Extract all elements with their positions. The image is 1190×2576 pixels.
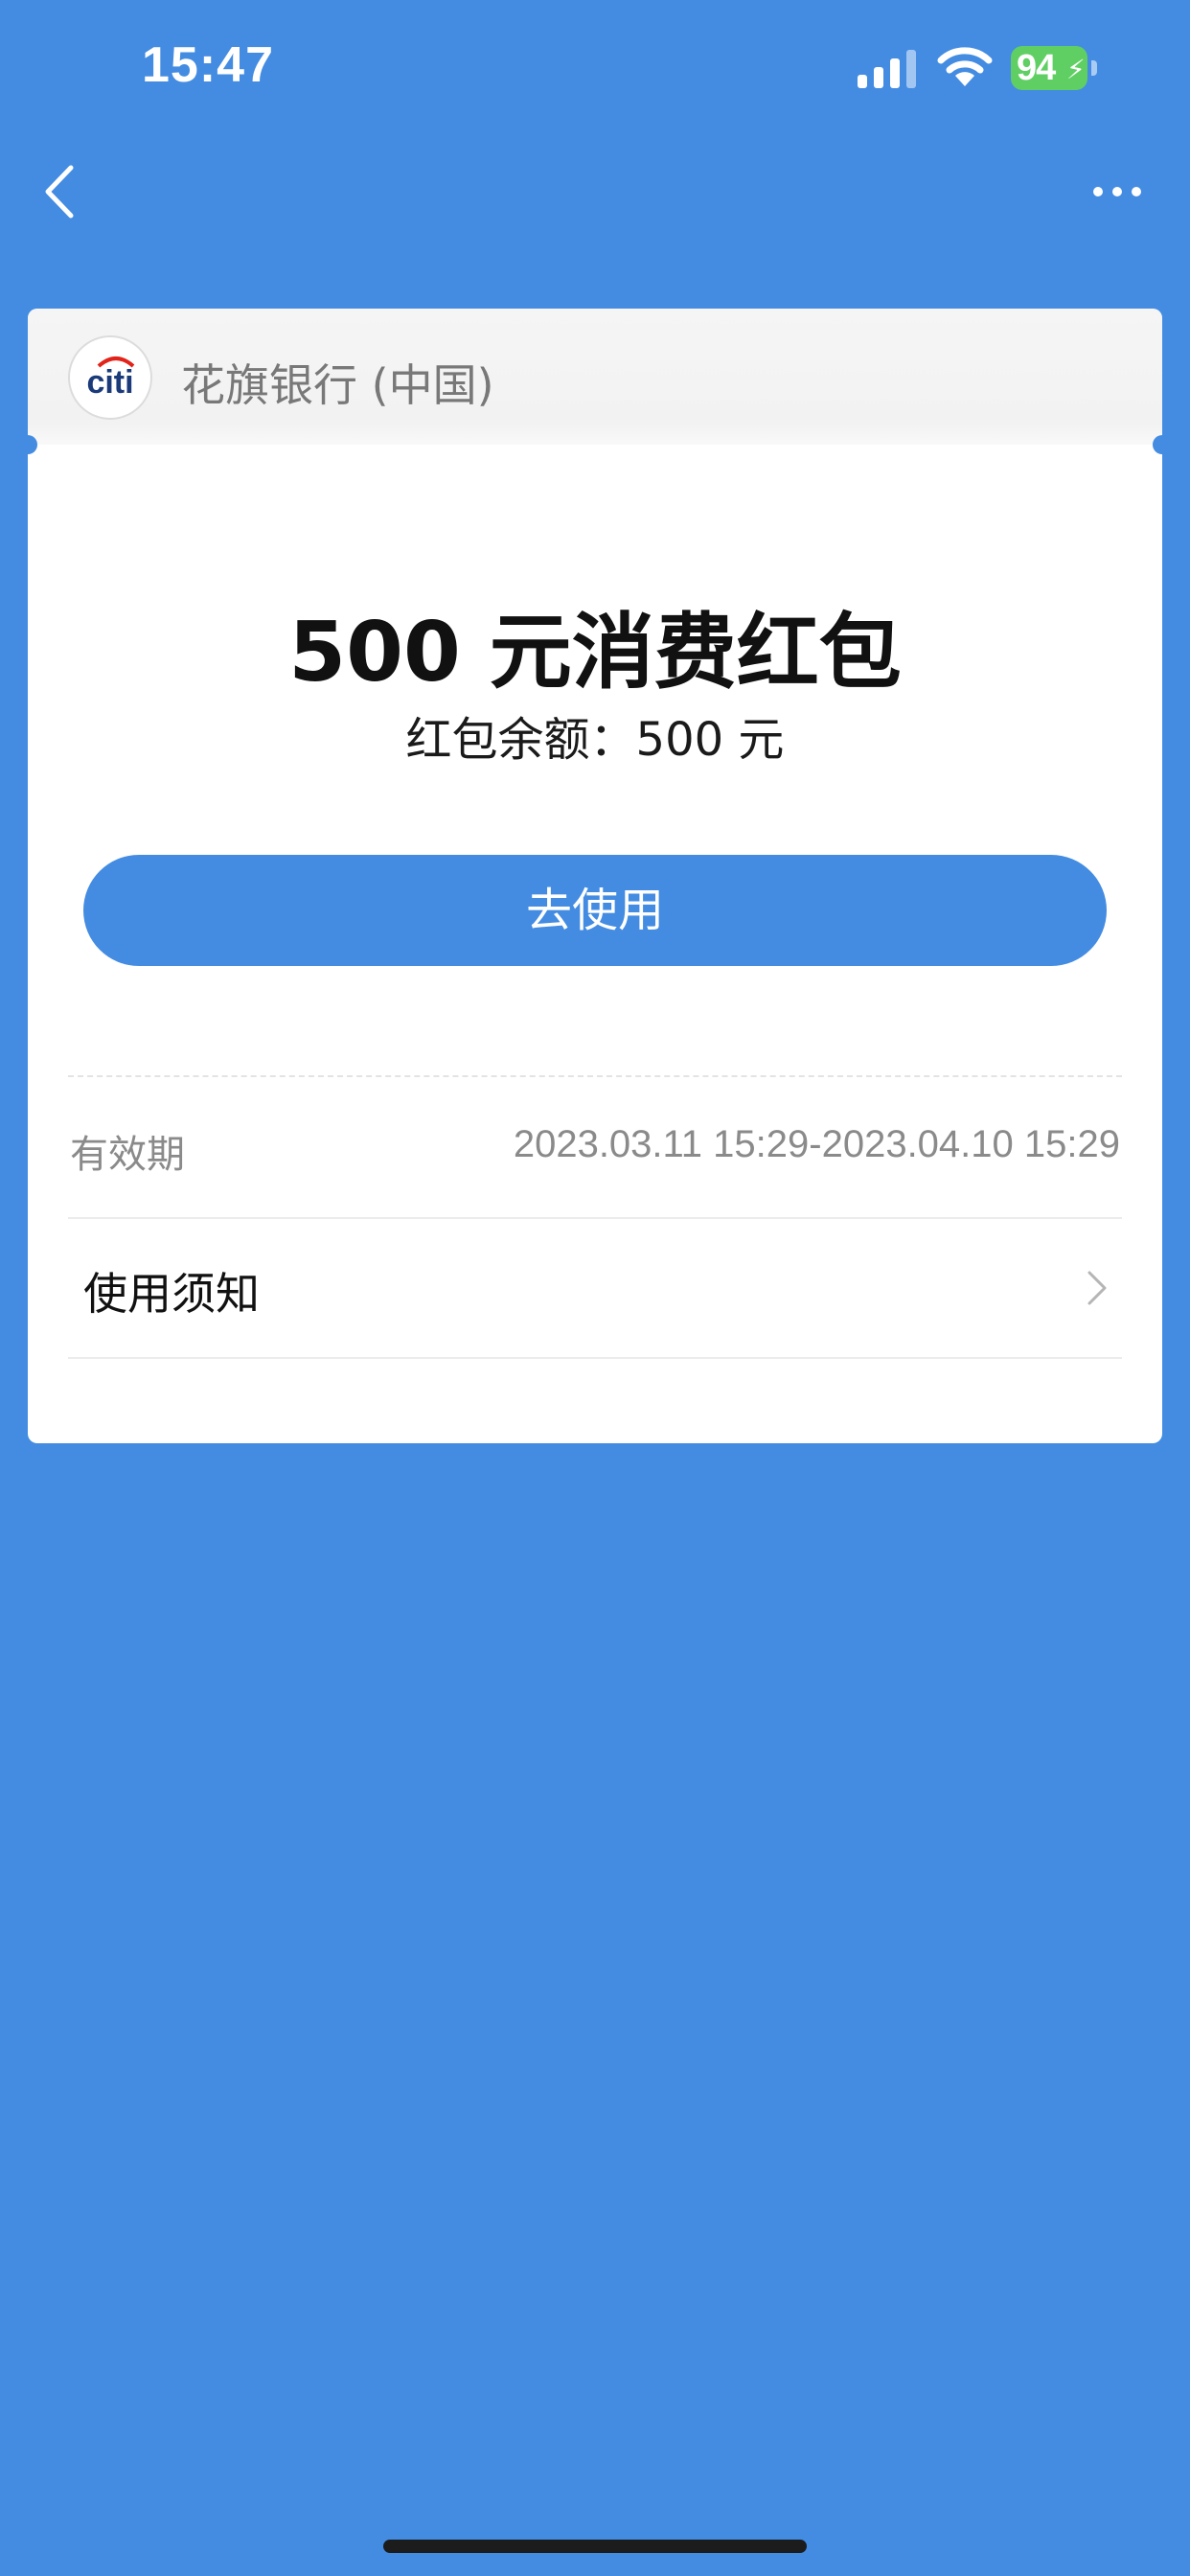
- status-bar: 15:47 94 ⚡: [0, 0, 1190, 144]
- status-time: 15:47: [142, 37, 274, 93]
- battery-cap: [1091, 60, 1097, 76]
- merchant-name: 花旗银行 (中国): [181, 359, 494, 411]
- usage-notes-row[interactable]: 使用须知: [68, 1219, 1122, 1357]
- coupon-balance: 红包余额：500 元: [405, 713, 785, 767]
- charging-bolt-icon: ⚡: [1066, 54, 1086, 85]
- battery-indicator: 94 ⚡: [1011, 46, 1097, 90]
- usage-notes-label: 使用须知: [83, 1268, 260, 1320]
- coupon-title: 500 元消费红包: [288, 605, 902, 701]
- cellular-signal-icon: [858, 50, 916, 88]
- divider: [68, 1357, 1122, 1359]
- card-notch-left: [18, 435, 37, 454]
- chevron-right-icon: [1087, 1271, 1107, 1305]
- citi-logo-text: citi: [86, 364, 133, 401]
- more-options-icon[interactable]: [1092, 172, 1142, 211]
- card-header: citi 花旗银行 (中国): [28, 309, 1162, 445]
- validity-label: 有效期: [70, 1133, 185, 1177]
- back-chevron-icon[interactable]: [38, 158, 86, 225]
- wifi-icon: [937, 47, 993, 86]
- use-coupon-button[interactable]: 去使用: [83, 855, 1107, 966]
- coupon-card: citi 花旗银行 (中国) 500 元消费红包 红包余额：500 元 去使用 …: [18, 309, 1172, 1443]
- dashed-divider: [68, 1075, 1122, 1077]
- citi-logo: citi: [68, 335, 152, 420]
- home-indicator[interactable]: [383, 2540, 807, 2553]
- card-notch-right: [1153, 435, 1172, 454]
- validity-value: 2023.03.11 15:29-2023.04.10 15:29: [513, 1123, 1120, 1165]
- citi-logo-mark: citi: [86, 356, 135, 401]
